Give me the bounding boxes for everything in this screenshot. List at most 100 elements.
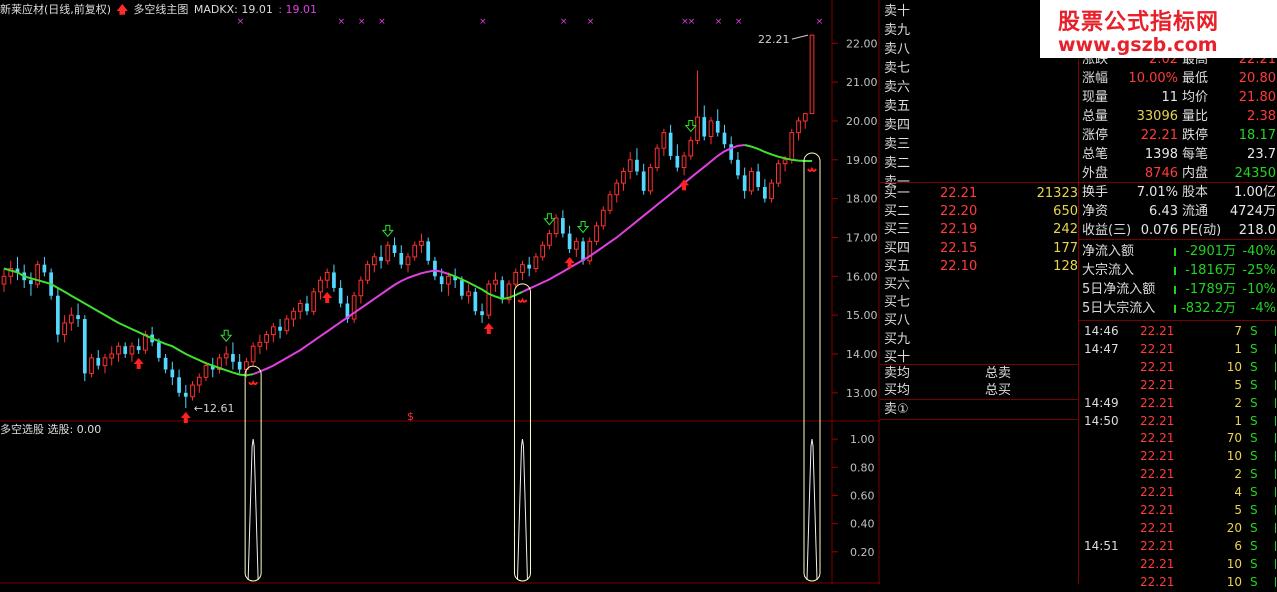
candle-body — [749, 170, 754, 192]
tick-volume: 1 — [1234, 341, 1242, 356]
tick-side: S — [1250, 431, 1258, 446]
tick-side: S — [1250, 538, 1258, 553]
buy-level-volume: 242 — [1053, 222, 1078, 238]
y-tick-label: 16.00 — [846, 270, 878, 283]
candle-body — [668, 132, 673, 156]
tick-bar — [1275, 469, 1276, 480]
indicator-name[interactable]: 多空线主图 — [133, 3, 188, 16]
stat-label: 股本 — [1182, 185, 1209, 200]
stat-label: 换手 — [1082, 185, 1109, 200]
buy-level-volume: 21323 — [1036, 186, 1078, 201]
watermark-title: 股票公式指标网 — [1058, 10, 1220, 35]
candle-body — [520, 264, 525, 273]
stock-name: 新莱应材(日线,前复权) — [0, 3, 112, 16]
stat-value: 4724万 — [1229, 204, 1276, 219]
x-mark: × — [735, 17, 743, 27]
candle-body — [102, 357, 108, 367]
buy-level-label: 买二 — [884, 204, 911, 220]
candle-body — [439, 276, 444, 285]
sub-y-tick-label: 0.60 — [850, 489, 875, 502]
tick-price: 22.21 — [1140, 431, 1175, 446]
candle-body — [116, 345, 121, 355]
candle-body — [547, 233, 552, 246]
sell-level-label: 卖七 — [884, 61, 911, 76]
sell-level-label: 卖九 — [884, 23, 911, 38]
candle-body — [796, 120, 801, 134]
tick-side: S — [1250, 467, 1258, 482]
y-tick-label: 17.00 — [846, 231, 878, 244]
candle-body — [109, 353, 115, 359]
flow-label: 净流入额 — [1082, 244, 1135, 259]
tick-volume: 10 — [1226, 574, 1242, 589]
tick-time: 14:49 — [1084, 395, 1119, 410]
candle-body — [500, 280, 505, 300]
tick-volume: 4 — [1234, 485, 1242, 500]
madkx-line — [448, 273, 523, 300]
candle-body — [338, 287, 343, 304]
candle-body — [635, 159, 639, 172]
x-mark: × — [338, 17, 346, 27]
stat-label: 每笔 — [1182, 147, 1209, 162]
x-mark: × — [587, 17, 595, 27]
sub-chart-header: 多空选股 选股: 0.00 — [0, 423, 101, 437]
signal-spike — [516, 439, 528, 581]
sell-level-label: 卖四 — [884, 118, 911, 133]
tick-volume: 7 — [1234, 324, 1242, 338]
candle-body — [681, 155, 687, 169]
signal-spike — [806, 439, 818, 581]
buy-level-label: 买四 — [884, 240, 911, 256]
tick-volume: 10 — [1226, 449, 1242, 464]
flow-bar — [1174, 286, 1176, 294]
stat-value: 11 — [1161, 90, 1178, 105]
candle-body — [614, 182, 620, 196]
candle-body — [379, 256, 383, 261]
candle-body — [96, 357, 101, 366]
tick-side: S — [1250, 574, 1258, 589]
candle-body — [196, 376, 202, 386]
buy-level-price: 22.10 — [940, 258, 978, 274]
sub-indicator-name[interactable]: 多空选股 — [0, 423, 44, 436]
candle-body — [433, 260, 437, 277]
tick-volume: 5 — [1234, 377, 1242, 392]
stat-label: 总笔 — [1082, 147, 1109, 162]
candle-body — [607, 194, 613, 211]
candle-body — [702, 117, 707, 137]
sell-arrow-icon — [381, 224, 394, 238]
tick-bar — [1275, 505, 1276, 515]
tick-volume: 10 — [1226, 359, 1242, 374]
candle-body — [789, 132, 795, 161]
x-mark: × — [237, 17, 245, 27]
sell-arrow-icon — [220, 329, 233, 342]
x-mark: × — [816, 17, 824, 27]
sell-arrow-icon — [684, 120, 697, 133]
x-mark: × — [715, 17, 723, 27]
avg-buy-label: 买均 — [884, 383, 911, 398]
candle-body — [311, 291, 317, 312]
buy-level-label: 买七 — [884, 295, 911, 311]
flow-pct: -10% — [1242, 282, 1276, 297]
tick-side: S — [1250, 503, 1258, 517]
madkx-line — [3, 267, 254, 377]
candle-body — [318, 279, 323, 293]
tick-side: S — [1250, 485, 1258, 500]
buy-level-label: 买八 — [884, 313, 911, 329]
buy-level-volume: 128 — [1053, 258, 1078, 274]
candle-body — [264, 334, 269, 343]
candle-body — [419, 240, 424, 246]
signal-flag-icon — [248, 379, 259, 386]
sub-y-tick-label: 1.00 — [850, 433, 875, 446]
candle-body — [203, 365, 209, 378]
candle-body — [358, 279, 364, 297]
tick-bar — [1275, 522, 1276, 533]
tick-volume: 20 — [1226, 520, 1242, 535]
candle-body — [736, 159, 740, 176]
candle-body — [426, 241, 431, 261]
tick-bar — [1275, 540, 1276, 551]
y-tick-label: 18.00 — [846, 193, 878, 206]
tick-price: 22.21 — [1140, 359, 1175, 374]
flow-pct: -40% — [1242, 244, 1276, 259]
kline-chart[interactable]: 22.00 21.00 20.00 19.00 18.00 17.00 16.00 15.00… — [0, 0, 880, 584]
tick-bar — [1275, 415, 1276, 426]
candle-body — [62, 322, 67, 336]
candle-body — [250, 345, 256, 363]
